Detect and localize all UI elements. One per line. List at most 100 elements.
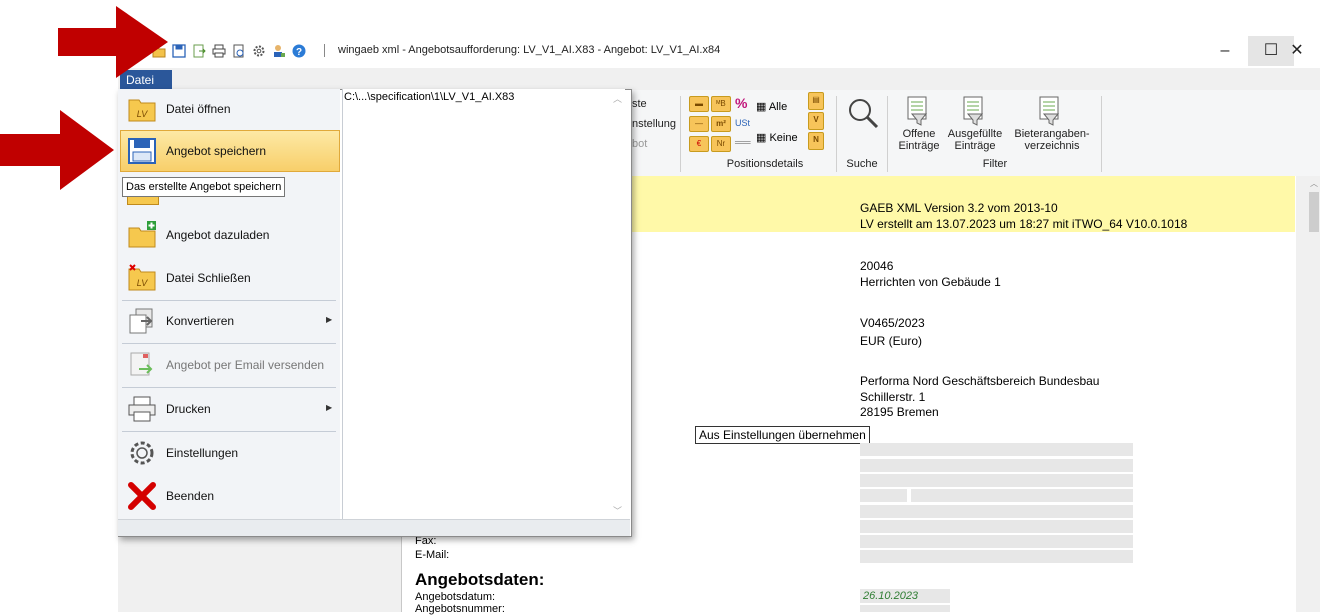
menu-item-angebot-dazuladen[interactable]: Angebot dazuladen bbox=[120, 215, 340, 255]
grid-icon: ▦ bbox=[756, 101, 769, 113]
menu-item-angebot-speichern[interactable]: Angebot speichern bbox=[120, 131, 340, 171]
bidder-field[interactable] bbox=[860, 474, 1133, 487]
menu-item-label: Einstellungen bbox=[166, 446, 239, 460]
title-separator bbox=[324, 44, 325, 57]
convert-icon bbox=[129, 308, 153, 334]
recent-file-item[interactable]: C:\...\specification\1\LV_V1_AI.X83 bbox=[344, 91, 514, 103]
client-street: Schillerstr. 1 bbox=[860, 390, 926, 404]
export-icon[interactable] bbox=[192, 44, 206, 58]
gear-icon bbox=[130, 441, 154, 465]
filter-filled-icon[interactable] bbox=[962, 96, 986, 126]
section-heading: Angebotsdaten: bbox=[415, 570, 545, 589]
save-icon[interactable] bbox=[172, 44, 186, 58]
keine-button[interactable]: ▦ Keine bbox=[756, 131, 798, 144]
fax-field[interactable] bbox=[860, 535, 1133, 548]
submenu-arrow-icon: ▶ bbox=[326, 403, 333, 412]
ribbon-partial-label-2: nstellung bbox=[632, 118, 677, 130]
bidder-field[interactable] bbox=[860, 443, 1133, 456]
client-name: Performa Nord Geschäftsbereich Bundesbau bbox=[860, 374, 1100, 388]
red-arrow-menu-icon bbox=[0, 110, 114, 190]
offene-label-1: Offene bbox=[902, 128, 936, 140]
menu-item-label: Datei öffnen bbox=[166, 102, 231, 116]
offer-date-value[interactable]: 26.10.2023 bbox=[863, 590, 918, 602]
group-label-positionsdetails: Positionsdetails bbox=[726, 158, 804, 170]
left-panel bbox=[0, 176, 119, 612]
bidder-field[interactable] bbox=[911, 489, 1133, 502]
scrollbar-thumb[interactable] bbox=[1309, 192, 1319, 232]
menu-item-konvertieren[interactable]: Konvertieren ▶ bbox=[120, 301, 340, 341]
document-scrollbar[interactable] bbox=[1308, 176, 1320, 612]
gaeb-version: GAEB XML Version 3.2 vom 2013-10 bbox=[860, 201, 1058, 215]
folder-close-icon: LV bbox=[128, 264, 156, 291]
ribbon-partial-label-3: bot bbox=[632, 138, 648, 150]
client-city: 28195 Bremen bbox=[860, 405, 939, 419]
offer-number-field[interactable] bbox=[860, 605, 950, 612]
exit-x-icon bbox=[128, 482, 156, 510]
search-icon[interactable] bbox=[846, 96, 880, 130]
bidder-field[interactable] bbox=[860, 489, 907, 502]
folder-add-icon bbox=[128, 221, 156, 248]
svg-text:?: ? bbox=[296, 47, 302, 58]
menu-item-label: Drucken bbox=[166, 402, 211, 416]
group-label-filter: Filter bbox=[982, 158, 1008, 170]
save-tooltip: Das erstellte Angebot speichern bbox=[122, 177, 286, 197]
gear-icon[interactable] bbox=[252, 44, 266, 58]
percent-icon[interactable]: % bbox=[735, 95, 747, 111]
minus-icon[interactable]: — bbox=[689, 116, 709, 132]
detail-icon-n[interactable]: N bbox=[808, 132, 824, 150]
filter-open-icon[interactable] bbox=[906, 96, 930, 126]
menu-item-label: Angebot per Email versenden bbox=[166, 358, 325, 372]
menu-item-einstellungen[interactable]: Einstellungen bbox=[120, 433, 340, 473]
scroll-up-icon[interactable]: ︿ bbox=[1310, 178, 1318, 189]
bidder-field[interactable] bbox=[860, 520, 1133, 533]
email-icon bbox=[130, 352, 153, 376]
menu-item-datei-oeffnen[interactable]: LV Datei öffnen bbox=[120, 89, 340, 129]
euro-icon[interactable]: € bbox=[689, 136, 709, 152]
filter-bieter-icon[interactable] bbox=[1038, 96, 1062, 126]
filter-bieter-button[interactable]: Bieterangaben-verzeichnis bbox=[1010, 128, 1094, 152]
close-button[interactable]: ✕ bbox=[1274, 36, 1320, 66]
detail-icon-1[interactable]: ▤ bbox=[808, 92, 824, 110]
alle-label: Alle bbox=[768, 101, 788, 113]
minimize-button[interactable]: – bbox=[1202, 36, 1248, 66]
printer-icon bbox=[128, 396, 156, 422]
lv-number: V0465/2023 bbox=[860, 316, 925, 330]
filter-ausgefuellte-button[interactable]: Ausgefüllte Einträge bbox=[944, 128, 1006, 152]
alle-button[interactable]: ▦ Alle bbox=[756, 100, 787, 113]
menu-item-datei-schliessen[interactable]: LV Datei Schließen bbox=[120, 258, 340, 298]
project-name: Herrichten von Gebäude 1 bbox=[860, 275, 1001, 289]
ribbon-group-separator bbox=[887, 96, 888, 172]
email-label: E-Mail: bbox=[415, 549, 450, 561]
filter-offene-button[interactable]: Offene Einträge bbox=[893, 128, 945, 152]
window-title: wingaeb xml - Angebotsaufforderung: LV_V… bbox=[338, 44, 721, 56]
menu-item-email-versenden[interactable]: Angebot per Email versenden bbox=[120, 345, 340, 385]
print-preview-icon[interactable] bbox=[232, 44, 246, 58]
user-settings-icon[interactable] bbox=[272, 44, 286, 58]
email-field[interactable] bbox=[860, 550, 1133, 563]
ribbon-group-separator bbox=[1101, 96, 1102, 172]
detail-icon-v[interactable]: V bbox=[808, 112, 824, 130]
m2-icon[interactable]: m² bbox=[711, 116, 731, 132]
from-settings-button[interactable]: Aus Einstellungen übernehmen bbox=[695, 426, 870, 444]
offer-date-label: Angebotsdatum: bbox=[415, 591, 496, 603]
recent-scroll-up-icon[interactable]: ︿ bbox=[613, 92, 622, 105]
ust-label[interactable]: USt bbox=[735, 118, 750, 128]
red-arrow-top-icon bbox=[58, 6, 168, 78]
help-icon[interactable]: ? bbox=[292, 44, 306, 58]
folder-lv-icon: LV bbox=[128, 99, 156, 122]
grid-empty-icon: ▦ bbox=[756, 132, 770, 144]
recent-scroll-down-icon[interactable]: ﹀ bbox=[613, 504, 622, 517]
bidder-field[interactable] bbox=[860, 459, 1133, 472]
menu-separator bbox=[122, 387, 336, 388]
equals-icon: ══ bbox=[735, 137, 751, 149]
menu-separator bbox=[122, 431, 336, 432]
group-label-suche: Suche bbox=[846, 158, 878, 170]
menu-item-beenden[interactable]: Beenden bbox=[120, 476, 340, 516]
bidder-field[interactable] bbox=[860, 505, 1133, 518]
list-icon[interactable]: ▬ bbox=[689, 96, 709, 112]
save-icon bbox=[128, 138, 156, 164]
nr-icon[interactable]: Nr bbox=[711, 136, 731, 152]
printer-icon[interactable] bbox=[212, 44, 226, 58]
menu-item-drucken[interactable]: Drucken ▶ bbox=[120, 389, 340, 429]
mb-icon[interactable]: ᴹB bbox=[711, 96, 731, 112]
